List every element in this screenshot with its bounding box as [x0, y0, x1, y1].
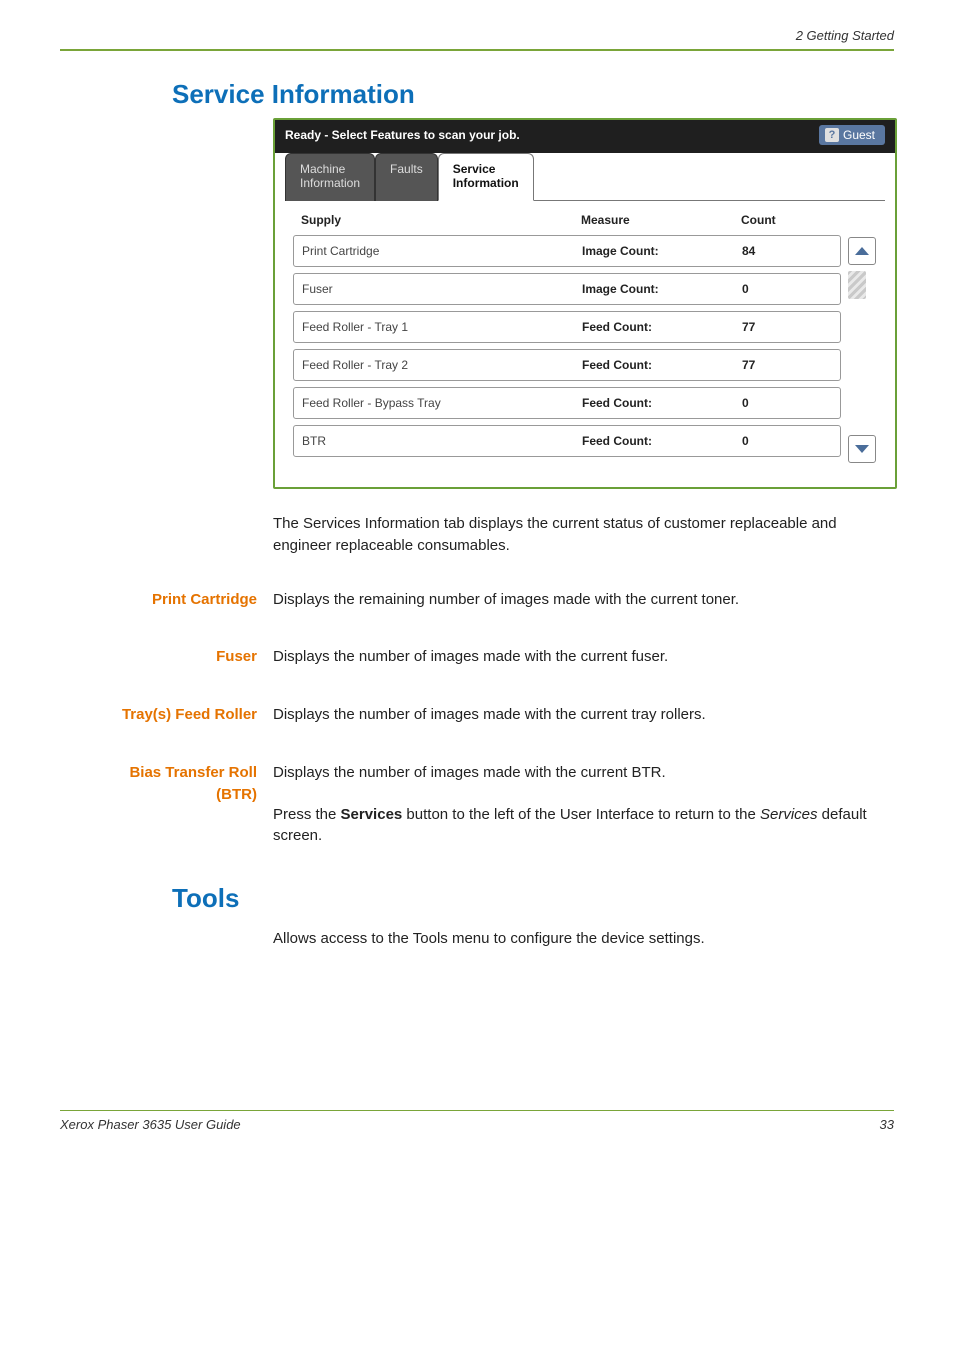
- tools-paragraph: Allows access to the Tools menu to confi…: [273, 928, 893, 950]
- services-italic: Services: [760, 806, 818, 823]
- definition-label: Print Cartridge: [60, 589, 273, 611]
- footer-left: Xerox Phaser 3635 User Guide: [60, 1117, 241, 1132]
- cell-supply: Print Cartridge: [302, 244, 582, 258]
- cell-measure: Image Count:: [582, 244, 742, 258]
- cell-count: 77: [742, 320, 832, 334]
- cell-measure: Image Count:: [582, 282, 742, 296]
- definition-body-line: Press the Services button to the left of…: [273, 804, 893, 848]
- definition-tray-feed-roller: Tray(s) Feed Roller Displays the number …: [60, 704, 894, 726]
- cell-supply: BTR: [302, 434, 582, 448]
- definition-label: Tray(s) Feed Roller: [60, 704, 273, 726]
- supply-rows: Print Cartridge Image Count: 84 Fuser Im…: [293, 235, 841, 463]
- section-title-service-information: Service Information: [172, 79, 894, 110]
- scroll-down-button[interactable]: [848, 435, 876, 463]
- device-topbar: Ready - Select Features to scan your job…: [275, 120, 895, 155]
- tab-faults[interactable]: Faults: [375, 153, 438, 201]
- cell-measure: Feed Count:: [582, 434, 742, 448]
- services-bold: Services: [341, 806, 403, 823]
- cell-measure: Feed Count:: [582, 396, 742, 410]
- device-screenshot: Ready - Select Features to scan your job…: [273, 118, 897, 489]
- top-divider: [60, 49, 894, 51]
- cell-count: 84: [742, 244, 832, 258]
- guest-label: Guest: [843, 128, 875, 142]
- footer-page-number: 33: [880, 1117, 894, 1132]
- table-row[interactable]: Feed Roller - Tray 1 Feed Count: 77: [293, 311, 841, 343]
- header-supply: Supply: [301, 213, 581, 227]
- bottom-divider: [60, 1110, 894, 1111]
- tab-label-line: Machine: [300, 162, 360, 176]
- tab-label-line: Information: [453, 176, 519, 190]
- cell-supply: Feed Roller - Tray 2: [302, 358, 582, 372]
- definition-label: Bias Transfer Roll (BTR): [60, 762, 273, 847]
- definition-fuser: Fuser Displays the number of images made…: [60, 646, 894, 668]
- cell-count: 77: [742, 358, 832, 372]
- text-fragment: Press the: [273, 806, 341, 823]
- text-fragment: button to the left of the User Interface…: [402, 806, 760, 823]
- tab-service-information[interactable]: Service Information: [438, 153, 534, 201]
- section-title-tools: Tools: [172, 883, 894, 914]
- header-count: Count: [741, 213, 831, 227]
- header-measure: Measure: [581, 213, 741, 227]
- table-row[interactable]: Feed Roller - Bypass Tray Feed Count: 0: [293, 387, 841, 419]
- definition-label: Fuser: [60, 646, 273, 668]
- definition-label-line: (BTR): [216, 786, 257, 803]
- table-row[interactable]: Print Cartridge Image Count: 84: [293, 235, 841, 267]
- cell-measure: Feed Count:: [582, 320, 742, 334]
- help-icon: ?: [825, 128, 839, 142]
- cell-supply: Feed Roller - Tray 1: [302, 320, 582, 334]
- cell-measure: Feed Count:: [582, 358, 742, 372]
- tab-machine-information[interactable]: Machine Information: [285, 153, 375, 201]
- tab-row: Machine Information Faults Service Infor…: [285, 153, 885, 201]
- tab-label-line: Information: [300, 176, 360, 190]
- cell-supply: Feed Roller - Bypass Tray: [302, 396, 582, 410]
- definition-body-line: Displays the number of images made with …: [273, 762, 893, 784]
- definition-body: Displays the number of images made with …: [273, 704, 893, 726]
- definition-bias-transfer-roll: Bias Transfer Roll (BTR) Displays the nu…: [60, 762, 894, 847]
- page-header-right: 2 Getting Started: [60, 28, 894, 49]
- tab-label-line: [390, 176, 423, 190]
- ready-status-text: Ready - Select Features to scan your job…: [285, 128, 520, 142]
- guest-login-button[interactable]: ? Guest: [819, 125, 885, 145]
- cell-count: 0: [742, 434, 832, 448]
- chevron-up-icon: [855, 247, 869, 255]
- page-footer: Xerox Phaser 3635 User Guide 33: [60, 1117, 894, 1132]
- scrollbar-thumb[interactable]: [848, 271, 866, 299]
- definition-body: Displays the remaining number of images …: [273, 589, 893, 611]
- table-row[interactable]: BTR Feed Count: 0: [293, 425, 841, 457]
- scroll-up-button[interactable]: [848, 237, 876, 265]
- table-row[interactable]: Fuser Image Count: 0: [293, 273, 841, 305]
- definition-body: Displays the number of images made with …: [273, 762, 893, 847]
- intro-paragraph: The Services Information tab displays th…: [273, 513, 893, 557]
- cell-count: 0: [742, 282, 832, 296]
- tab-label-line: Service: [453, 162, 519, 176]
- cell-count: 0: [742, 396, 832, 410]
- definition-body: Displays the number of images made with …: [273, 646, 893, 668]
- definition-label-line: Bias Transfer Roll: [129, 764, 257, 781]
- cell-supply: Fuser: [302, 282, 582, 296]
- table-row[interactable]: Feed Roller - Tray 2 Feed Count: 77: [293, 349, 841, 381]
- supply-table-header: Supply Measure Count: [293, 209, 877, 235]
- chevron-down-icon: [855, 445, 869, 453]
- tab-label-line: Faults: [390, 162, 423, 176]
- definition-print-cartridge: Print Cartridge Displays the remaining n…: [60, 589, 894, 611]
